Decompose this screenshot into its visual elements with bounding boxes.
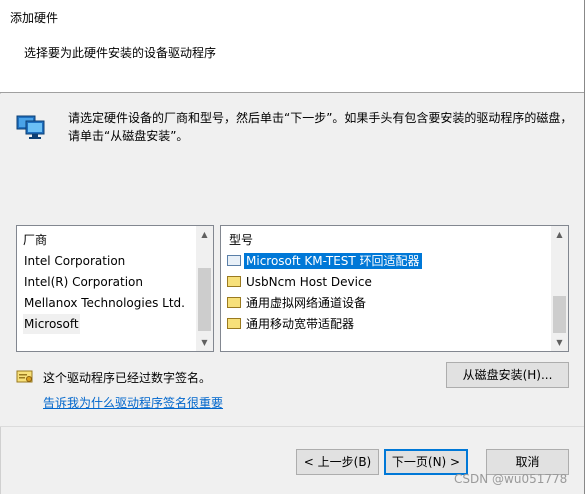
back-button[interactable]: < 上一步(B)	[296, 449, 379, 475]
window-title: 添加硬件	[10, 11, 59, 25]
watermark: CSDN @wu051778	[454, 472, 568, 486]
model-item[interactable]: 通用移动宽带适配器	[227, 314, 356, 334]
vendor-list-header: 厂商	[23, 233, 48, 247]
vendor-item[interactable]: Intel(R) Corporation	[23, 272, 144, 292]
vendor-item-label: Intel Corporation	[24, 254, 126, 268]
have-disk-button[interactable]: 从磁盘安装(H)...	[446, 362, 569, 388]
model-list-scrollbar[interactable]: ▲ ▼	[551, 226, 568, 351]
footer-divider	[0, 426, 585, 427]
model-list[interactable]: 型号 Microsoft KM-TEST 环回适配器 UsbNcm Host D…	[220, 225, 569, 352]
device-driver-icon	[227, 276, 241, 287]
instruction-text: 请选定硬件设备的厂商和型号，然后单击“下一步”。如果手头有包含要安装的驱动程序的…	[68, 109, 573, 145]
scroll-down-arrow-icon[interactable]: ▼	[196, 334, 213, 351]
model-item[interactable]: UsbNcm Host Device	[227, 272, 374, 292]
scrollbar-thumb[interactable]	[198, 268, 211, 331]
network-adapter-icon	[227, 255, 241, 266]
model-item-selected[interactable]: Microsoft KM-TEST 环回适配器	[227, 251, 422, 271]
vendor-list-scrollbar[interactable]: ▲ ▼	[196, 226, 213, 351]
scroll-up-arrow-icon[interactable]: ▲	[196, 226, 213, 243]
vendor-item-label: Microsoft	[24, 317, 79, 331]
model-item-label: 通用移动宽带适配器	[246, 317, 355, 331]
model-item-label: UsbNcm Host Device	[246, 275, 372, 289]
scroll-up-arrow-icon[interactable]: ▲	[551, 226, 568, 243]
instruction-line-2: 请单击“从磁盘安装”。	[68, 129, 189, 143]
header-title: 选择要为此硬件安装的设备驱动程序	[24, 46, 217, 60]
vendor-list[interactable]: 厂商 Intel Corporation Intel(R) Corporatio…	[16, 225, 214, 352]
instruction-line-1: 请选定硬件设备的厂商和型号，然后单击“下一步”。如果手头有包含要安装的驱动程序的…	[68, 111, 573, 125]
vendor-item-label: Mellanox Technologies Ltd.	[24, 296, 185, 310]
signature-info-link[interactable]: 告诉我为什么驱动程序签名很重要	[43, 394, 223, 411]
scroll-down-arrow-icon[interactable]: ▼	[551, 334, 568, 351]
vendor-item-selected[interactable]: Microsoft	[23, 314, 80, 334]
hardware-icon	[16, 112, 46, 140]
vendor-item[interactable]: Mellanox Technologies Ltd.	[23, 293, 186, 313]
wizard-header: 选择要为此硬件安装的设备驱动程序	[0, 30, 585, 93]
signed-driver-icon	[16, 370, 34, 384]
scrollbar-thumb[interactable]	[553, 296, 566, 333]
model-item[interactable]: 通用虚拟网络通道设备	[227, 293, 368, 313]
model-list-header: 型号	[229, 233, 254, 247]
model-item-label: 通用虚拟网络通道设备	[246, 296, 367, 310]
model-item-label: Microsoft KM-TEST 环回适配器	[244, 253, 422, 269]
device-driver-icon	[227, 318, 241, 329]
title-bar: 添加硬件	[0, 0, 585, 30]
device-driver-icon	[227, 297, 241, 308]
vendor-item[interactable]: Intel Corporation	[23, 251, 126, 271]
vendor-item-label: Intel(R) Corporation	[24, 275, 143, 289]
signature-status-text: 这个驱动程序已经过数字签名。	[43, 371, 212, 385]
